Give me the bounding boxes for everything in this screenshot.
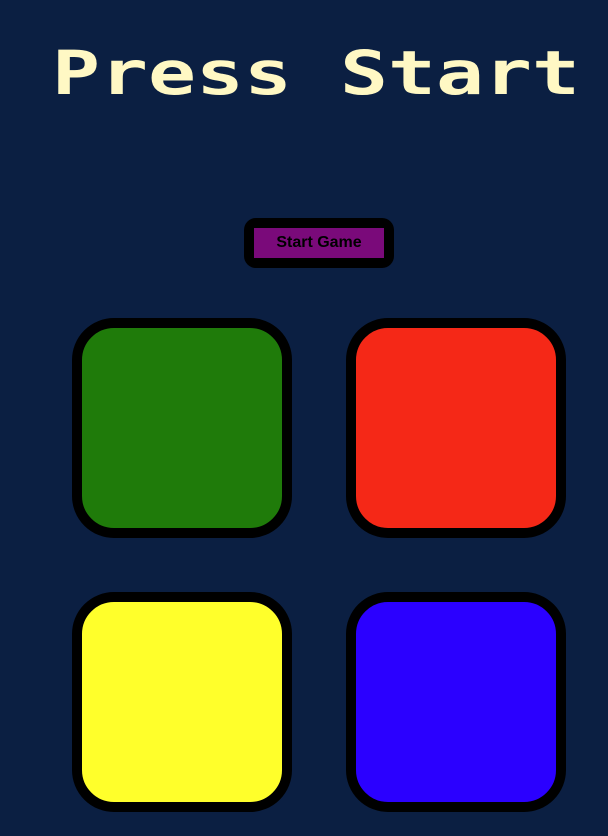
blue-pad[interactable] — [346, 592, 566, 812]
green-pad[interactable] — [72, 318, 292, 538]
red-pad[interactable] — [346, 318, 566, 538]
start-button-frame: Start Game — [244, 218, 394, 268]
page-title: Press Start — [0, 34, 608, 114]
start-game-button[interactable]: Start Game — [254, 228, 384, 258]
page-title-text: Press Start — [52, 38, 580, 109]
yellow-pad[interactable] — [72, 592, 292, 812]
page-title-label: Press Start — [52, 38, 580, 109]
